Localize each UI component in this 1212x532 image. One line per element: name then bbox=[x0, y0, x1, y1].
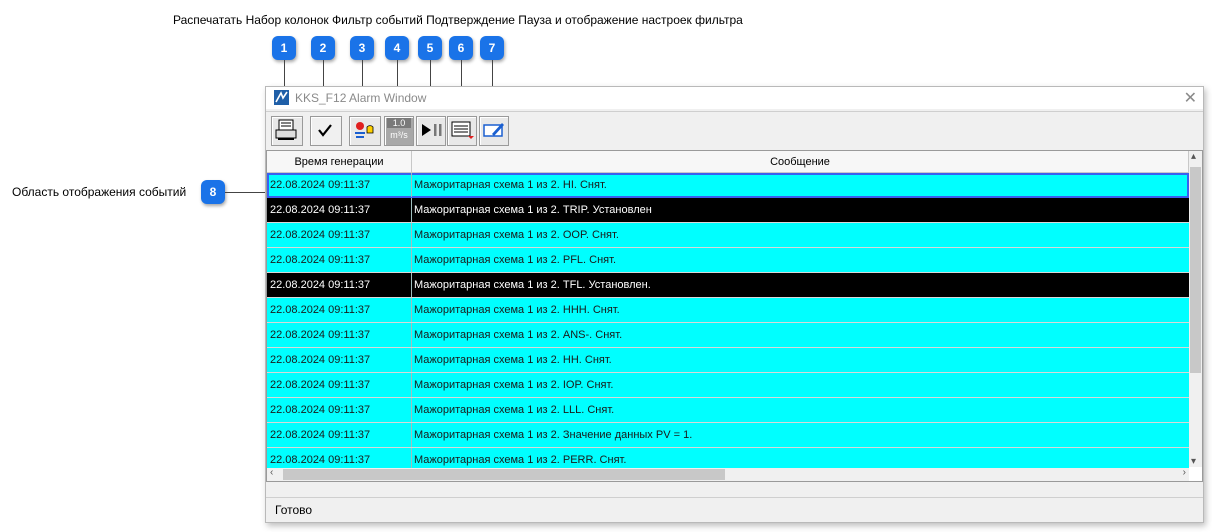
print-button[interactable] bbox=[271, 116, 303, 146]
table-row[interactable]: 22.08.2024 09:11:37 Мажоритарная схема 1 … bbox=[267, 398, 1189, 423]
filter-settings-button[interactable] bbox=[479, 116, 509, 146]
table-row[interactable]: 22.08.2024 09:11:37 Мажоритарная схема 1 … bbox=[267, 348, 1189, 373]
rate-value: 1.0 bbox=[387, 118, 411, 128]
callout-badge-5: 5 bbox=[418, 36, 442, 60]
cell-message: Мажоритарная схема 1 из 2. LLL. Снят. bbox=[414, 404, 615, 416]
table-row[interactable]: 22.08.2024 09:11:37 Мажоритарная схема 1 … bbox=[267, 298, 1189, 323]
status-text: Готово bbox=[275, 503, 313, 517]
callout-badge-8: 8 bbox=[201, 180, 225, 204]
cell-message: Мажоритарная схема 1 из 2. IOP. Снят. bbox=[414, 379, 614, 391]
window-title: KKS_F12 Alarm Window bbox=[295, 91, 427, 105]
list-columns-icon bbox=[451, 121, 474, 139]
edit-note-icon bbox=[483, 123, 504, 137]
cell-time: 22.08.2024 09:11:37 bbox=[270, 429, 371, 441]
rate-unit: m³/s bbox=[390, 130, 408, 140]
column-separator bbox=[411, 173, 412, 197]
callout-badge-3: 3 bbox=[350, 36, 374, 60]
cell-time: 22.08.2024 09:11:37 bbox=[270, 379, 371, 391]
printer-icon bbox=[275, 119, 297, 140]
cell-time: 22.08.2024 09:11:37 bbox=[270, 329, 371, 341]
column-separator bbox=[411, 198, 412, 222]
column-separator bbox=[411, 298, 412, 322]
events-grid[interactable]: Время генерации Сообщение 22.08.2024 09:… bbox=[266, 150, 1203, 482]
title-bar: KKS_F12 Alarm Window ✕ bbox=[266, 87, 1203, 109]
cell-time: 22.08.2024 09:11:37 bbox=[270, 404, 371, 416]
column-separator bbox=[411, 348, 412, 372]
cell-time: 22.08.2024 09:11:37 bbox=[270, 204, 371, 216]
event-filter-button[interactable] bbox=[349, 116, 381, 146]
scroll-down-icon[interactable]: ▾ bbox=[1191, 456, 1196, 467]
cell-message: Мажоритарная схема 1 из 2. OOP. Снят. bbox=[414, 229, 619, 241]
cell-time: 22.08.2024 09:11:37 bbox=[270, 254, 371, 266]
column-separator bbox=[411, 273, 412, 297]
column-separator bbox=[411, 373, 412, 397]
column-separator bbox=[411, 323, 412, 347]
alarm-bell-icon bbox=[355, 122, 374, 138]
vertical-scrollbar[interactable]: ▴ ▾ bbox=[1189, 151, 1202, 467]
callout-badge-7: 7 bbox=[480, 36, 504, 60]
table-row[interactable]: 22.08.2024 09:11:37 Мажоритарная схема 1 … bbox=[267, 423, 1189, 448]
grid-header: Время генерации Сообщение bbox=[267, 151, 1189, 173]
app-logo-icon bbox=[274, 90, 289, 105]
scroll-up-icon[interactable]: ▴ bbox=[1191, 151, 1196, 162]
leader-line-8 bbox=[225, 192, 267, 193]
cell-message: Мажоритарная схема 1 из 2. ANS-. Снят. bbox=[414, 329, 623, 341]
acknowledge-button[interactable] bbox=[310, 116, 342, 146]
table-row[interactable]: 22.08.2024 09:11:37 Мажоритарная схема 1 … bbox=[267, 273, 1189, 298]
column-separator bbox=[411, 223, 412, 247]
cell-message: Мажоритарная схема 1 из 2. HH. Снят. bbox=[414, 354, 612, 366]
cell-message: Мажоритарная схема 1 из 2. Значение данн… bbox=[414, 429, 693, 441]
play-pause-icon bbox=[422, 124, 442, 136]
scroll-right-icon[interactable]: › bbox=[1183, 467, 1186, 478]
cell-time: 22.08.2024 09:11:37 bbox=[270, 179, 371, 191]
toolbar: ⌄ 1.0 m³/s bbox=[266, 111, 1203, 157]
column-header-message[interactable]: Сообщение bbox=[412, 151, 1189, 172]
cell-message: Мажоритарная схема 1 из 2. PFL. Снят. bbox=[414, 254, 617, 266]
toolbar-callouts-label: Распечатать Набор колонок Фильтр событий… bbox=[173, 13, 743, 27]
cell-time: 22.08.2024 09:11:37 bbox=[270, 229, 371, 241]
column-separator bbox=[411, 423, 412, 447]
status-bar: Готово bbox=[266, 497, 1203, 522]
pause-button[interactable] bbox=[416, 116, 446, 146]
column-header-time[interactable]: Время генерации bbox=[267, 151, 412, 172]
events-area-label: Область отображения событий bbox=[12, 185, 187, 199]
cell-message: Мажоритарная схема 1 из 2. TFL. Установл… bbox=[414, 279, 651, 291]
cell-message: Мажоритарная схема 1 из 2. HHH. Снят. bbox=[414, 304, 620, 316]
table-row[interactable]: 22.08.2024 09:11:37 Мажоритарная схема 1 … bbox=[267, 248, 1189, 273]
cell-message: Мажоритарная схема 1 из 2. HI. Снят. bbox=[414, 179, 607, 191]
table-row[interactable]: 22.08.2024 09:11:37 Мажоритарная схема 1 … bbox=[267, 373, 1189, 398]
cell-time: 22.08.2024 09:11:37 bbox=[270, 279, 371, 291]
columns-button[interactable] bbox=[447, 116, 477, 146]
table-row[interactable]: 22.08.2024 09:11:37 Мажоритарная схема 1 … bbox=[267, 323, 1189, 348]
callout-badge-2: 2 bbox=[311, 36, 335, 60]
alarm-window: KKS_F12 Alarm Window ✕ ⌄ bbox=[265, 86, 1204, 523]
rate-display-button[interactable]: 1.0 m³/s bbox=[384, 116, 414, 146]
scroll-left-icon[interactable]: ‹ bbox=[270, 467, 273, 478]
column-separator bbox=[411, 248, 412, 272]
grid-rows: 22.08.2024 09:11:37 Мажоритарная схема 1 … bbox=[267, 173, 1189, 473]
callout-badge-6: 6 bbox=[449, 36, 473, 60]
cell-time: 22.08.2024 09:11:37 bbox=[270, 304, 371, 316]
callout-badge-4: 4 bbox=[385, 36, 409, 60]
close-icon[interactable]: ✕ bbox=[1184, 88, 1197, 108]
table-row[interactable]: 22.08.2024 09:11:37 Мажоритарная схема 1 … bbox=[267, 173, 1189, 198]
vertical-scroll-thumb[interactable] bbox=[1190, 167, 1201, 373]
column-separator bbox=[411, 398, 412, 422]
horizontal-scrollbar[interactable]: ‹ › bbox=[267, 467, 1189, 481]
checkmark-icon bbox=[318, 124, 332, 137]
horizontal-scroll-thumb[interactable] bbox=[283, 469, 725, 480]
table-row[interactable]: 22.08.2024 09:11:37 Мажоритарная схема 1 … bbox=[267, 198, 1189, 223]
table-row[interactable]: 22.08.2024 09:11:37 Мажоритарная схема 1 … bbox=[267, 223, 1189, 248]
cell-message: Мажоритарная схема 1 из 2. TRIP. Установ… bbox=[414, 204, 652, 216]
callout-badge-1: 1 bbox=[272, 36, 296, 60]
cell-time: 22.08.2024 09:11:37 bbox=[270, 354, 371, 366]
